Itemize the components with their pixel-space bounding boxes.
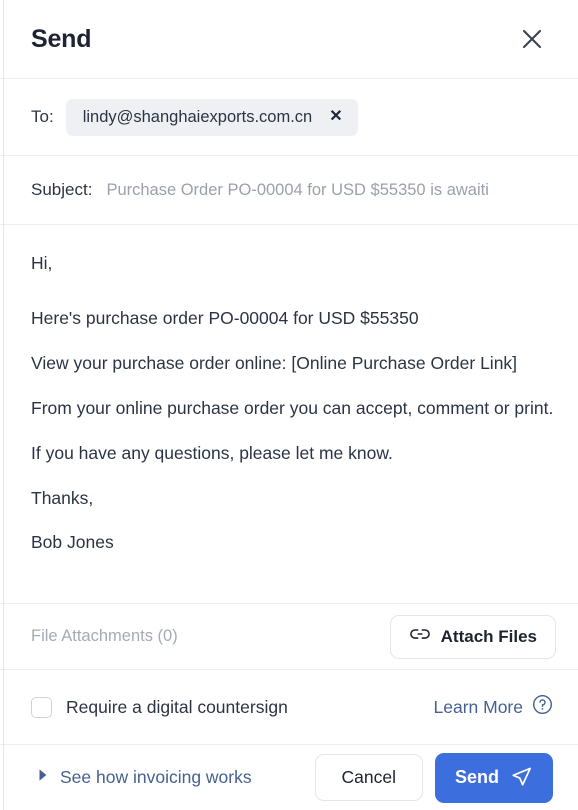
send-button-label: Send	[454, 767, 499, 787]
learn-more-label: Learn More	[433, 696, 524, 717]
see-how-invoicing-works-label: See how invoicing works	[60, 767, 252, 787]
remove-recipient-icon[interactable]: ✕	[329, 109, 342, 125]
subject-field-row[interactable]: Subject: Purchase Order PO-00004 for USD…	[0, 156, 578, 224]
cancel-button[interactable]: Cancel	[314, 754, 423, 801]
paper-plane-icon	[510, 765, 533, 791]
close-icon[interactable]	[512, 19, 552, 59]
countersign-checkbox[interactable]	[31, 696, 52, 718]
dialog-title: Send	[31, 24, 92, 53]
send-button[interactable]: Send	[434, 752, 553, 803]
dialog-header: Send	[0, 0, 578, 78]
attachments-label: File Attachments (0)	[31, 627, 178, 645]
learn-more-link[interactable]: Learn More	[434, 694, 554, 720]
triangle-right-icon[interactable]	[38, 768, 48, 787]
attach-files-label: Attach Files	[440, 626, 537, 646]
body-paragraph: Bob Jones	[31, 532, 114, 552]
see-how-invoicing-works-link[interactable]: See how invoicing works	[38, 767, 252, 788]
countersign-row: Require a digital countersign Learn More	[0, 670, 578, 744]
link-chain-icon	[409, 627, 431, 646]
dialog-footer: See how invoicing works Cancel Send	[0, 745, 578, 810]
countersign-label: Require a digital countersign	[66, 696, 288, 717]
body-paragraph: Hi,	[31, 253, 53, 273]
attachments-row: File Attachments (0) Attach Files	[0, 604, 578, 669]
email-body[interactable]: Hi, Here's purchase order PO-00004 for U…	[0, 225, 578, 603]
attach-files-button[interactable]: Attach Files	[389, 614, 556, 659]
footer-actions: Cancel Send	[314, 752, 553, 803]
panel-left-edge	[3, 0, 4, 810]
body-paragraph: View your purchase order online: [Online…	[31, 353, 518, 373]
subject-label: Subject:	[31, 180, 93, 199]
question-circle-icon[interactable]	[532, 694, 553, 720]
body-paragraph: Thanks,	[31, 488, 94, 508]
body-paragraph: From your online purchase order you can …	[31, 398, 554, 418]
to-field-row[interactable]: To: lindy@shanghaiexports.com.cn ✕	[0, 79, 578, 155]
body-paragraph: Here's purchase order PO-00004 for USD $…	[31, 308, 419, 328]
to-label: To:	[31, 107, 54, 126]
subject-input[interactable]: Purchase Order PO-00004 for USD $55350 i…	[106, 181, 556, 200]
send-email-dialog: Send To: lindy@shanghaiexports.com.cn ✕ …	[0, 0, 578, 810]
countersign-control[interactable]: Require a digital countersign	[31, 696, 288, 718]
recipient-chip[interactable]: lindy@shanghaiexports.com.cn ✕	[65, 98, 358, 136]
recipient-email: lindy@shanghaiexports.com.cn	[82, 107, 313, 126]
body-paragraph: If you have any questions, please let me…	[31, 443, 393, 463]
